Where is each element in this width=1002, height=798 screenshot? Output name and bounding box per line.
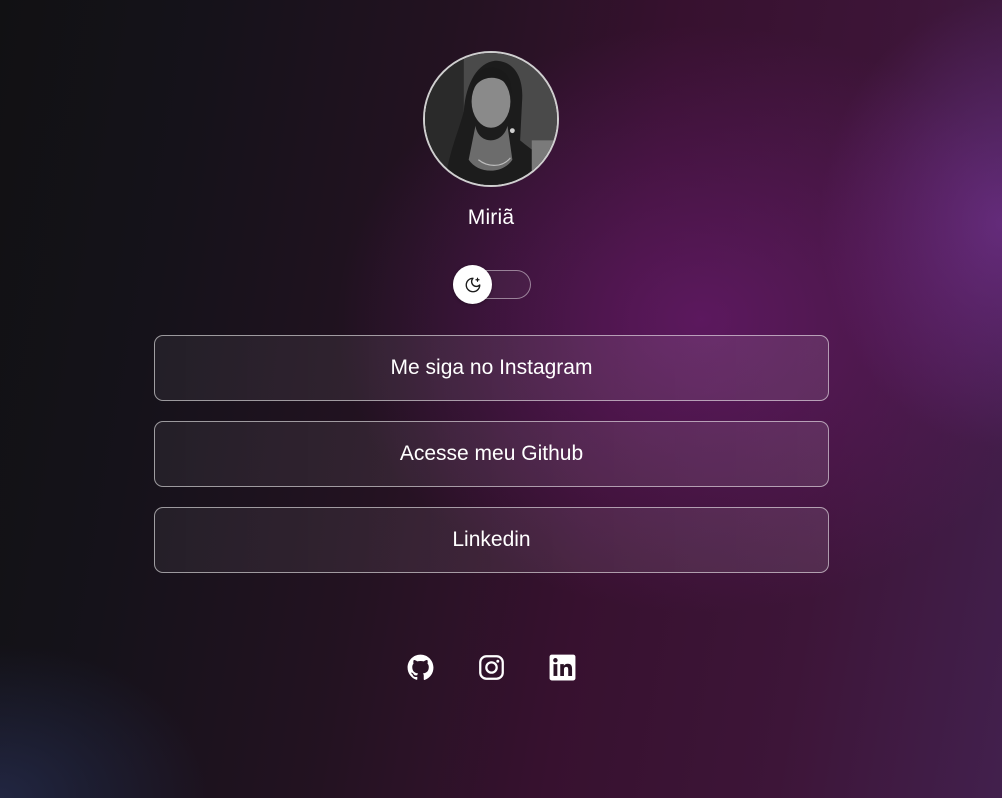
github-icon[interactable] <box>407 653 434 681</box>
page: Miriã Me siga no Instagram Acesse meu Gi… <box>0 0 1002 798</box>
theme-toggle[interactable] <box>453 265 531 304</box>
profile-photo <box>425 53 557 185</box>
github-link-button[interactable]: Acesse meu Github <box>154 421 829 487</box>
profile-name: Miriã <box>467 206 515 229</box>
instagram-icon[interactable] <box>478 653 505 681</box>
linkedin-icon[interactable] <box>549 653 576 681</box>
instagram-link-button[interactable]: Me siga no Instagram <box>154 335 829 401</box>
social-icons <box>0 653 982 681</box>
links-list: Me siga no Instagram Acesse meu Github L… <box>154 335 829 593</box>
linkedin-link-button[interactable]: Linkedin <box>154 507 829 573</box>
theme-toggle-knob[interactable] <box>453 265 492 304</box>
moon-stars-icon <box>465 277 480 292</box>
avatar <box>423 51 559 187</box>
